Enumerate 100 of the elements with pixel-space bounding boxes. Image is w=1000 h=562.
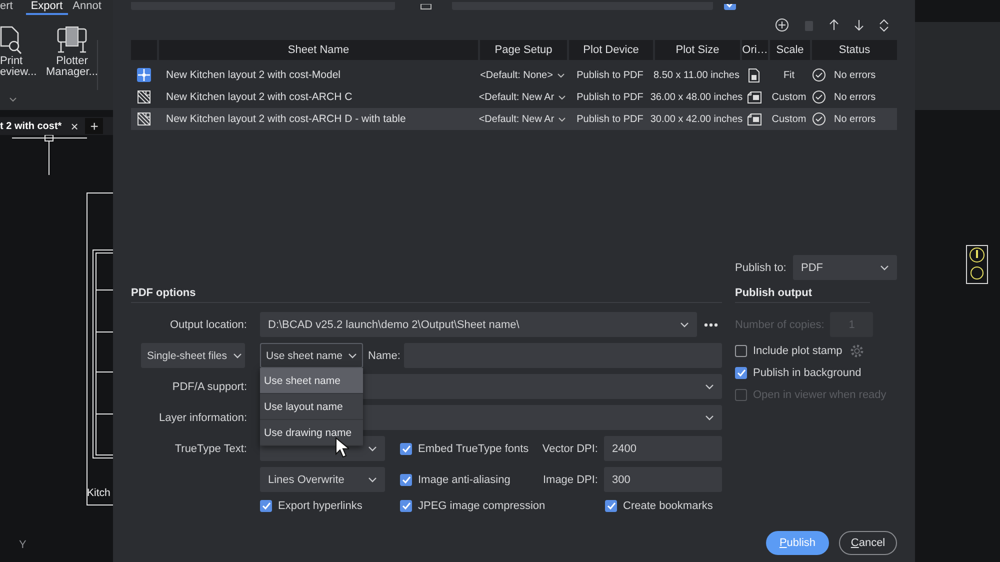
table-cell: Publish to PDF — [576, 114, 644, 124]
field-label: Name: — [368, 350, 400, 362]
checkbox[interactable] — [735, 345, 747, 357]
checkbox[interactable] — [735, 367, 747, 379]
close-icon[interactable]: × — [70, 118, 78, 134]
axis-label: Y — [19, 539, 26, 551]
checkbox-label: Create bookmarks — [623, 500, 713, 512]
column-header[interactable]: Plot Device — [567, 40, 653, 60]
chevron-down-icon — [232, 352, 242, 358]
column-header[interactable]: Status — [810, 40, 897, 60]
checkbox-label: Embed TrueType fonts — [418, 442, 529, 454]
arrow-down-icon[interactable] — [854, 19, 864, 31]
document-tab[interactable]: t 2 with cost* — [0, 120, 67, 132]
column-header[interactable]: Plot Size — [653, 40, 740, 60]
column-header[interactable]: Page Setup — [478, 40, 567, 60]
section-heading: PDF options — [131, 286, 196, 298]
table-cell: No errors — [834, 70, 876, 80]
settings-icon[interactable] — [850, 344, 864, 358]
chevron-down-icon — [558, 94, 566, 100]
plotter-icon — [56, 26, 88, 54]
expand-collapse-icon[interactable] — [879, 18, 889, 32]
ribbon-button[interactable]: Print eview... — [0, 26, 40, 78]
field-label: Image DPI: — [542, 474, 598, 486]
column-header[interactable]: Ori… — [740, 40, 768, 60]
landscape-page-icon — [746, 112, 762, 126]
checkbox[interactable] — [400, 500, 412, 512]
table-row[interactable]: New Kitchen layout 2 with cost-ARCH C <Default: New Ar Publish to PDF 36.00 x 48.00 inches Custom No errors — [131, 86, 897, 108]
checkbox[interactable] — [260, 500, 272, 512]
checkbox-label: Image anti-aliasing — [418, 474, 510, 486]
field-label: Output location: — [168, 318, 247, 330]
mouse-pointer-icon — [335, 437, 349, 458]
section-heading: Publish output — [735, 286, 812, 298]
page-setup-dropdown[interactable]: <Default: New Ar — [478, 114, 567, 124]
add-icon[interactable] — [775, 18, 789, 32]
ribbon-tab[interactable]: Export — [26, 0, 68, 15]
drawing-label: Kitch — [87, 487, 110, 499]
table-cell-text: New Kitchen layout 2 with cost-Model — [165, 69, 342, 81]
chevron-down-icon — [556, 72, 565, 78]
chevron-down-icon — [368, 446, 377, 452]
chevron-down-icon — [680, 322, 689, 328]
table-row[interactable]: New Kitchen layout 2 with cost-Model <Default: None> Publish to PDF 8.50 x 11.00 inches Fit No errors — [131, 64, 897, 86]
image-dpi-field[interactable]: 300 — [604, 467, 722, 492]
table-cell: Publish to PDF — [576, 92, 644, 102]
table-cell: Custom — [772, 92, 806, 102]
checkbox-label: Include plot stamp — [753, 345, 842, 357]
checkbox[interactable] — [400, 442, 412, 454]
page-setup-dropdown[interactable]: <Default: None> — [478, 70, 567, 80]
chevron-down-icon — [368, 476, 377, 482]
checkbox-label: Export hyperlinks — [278, 500, 362, 512]
chevron-down-icon — [705, 384, 714, 390]
checkbox-label: JPEG image compression — [418, 500, 546, 512]
model-space-icon — [137, 68, 151, 82]
table-cell: 8.50 x 11.00 inches — [654, 70, 740, 80]
table-cell: No errors — [834, 114, 876, 124]
table-row[interactable]: New Kitchen layout 2 with cost-ARCH D - with table <Default: New Ar Publish to PDF 30.00 x 42.00 inches Custom No errors — [131, 108, 897, 130]
vector-dpi-field[interactable]: 2400 — [604, 436, 722, 461]
table-cell: Fit — [783, 70, 795, 80]
file-mode-dropdown[interactable]: Single-sheet files — [141, 343, 245, 368]
new-tab-button[interactable]: + — [85, 118, 104, 134]
layout-sheet-icon — [137, 112, 151, 126]
checkbox[interactable] — [605, 500, 617, 512]
warning-light-icon — [966, 245, 988, 284]
arrow-up-icon[interactable] — [829, 19, 839, 31]
field-label: Vector DPI: — [541, 442, 598, 454]
layout-sheet-icon — [137, 90, 151, 104]
field-label: TrueType Text: — [174, 442, 247, 454]
checkbox-label: Publish in background — [753, 367, 862, 379]
check-circle-icon — [812, 68, 826, 82]
field-label: Publish to: — [735, 262, 788, 274]
column-header[interactable]: Scale — [768, 40, 810, 60]
chevron-down-icon — [705, 414, 714, 420]
table-cell: Custom — [772, 114, 806, 124]
table-cell-text: New Kitchen layout 2 with cost-ARCH C — [165, 91, 354, 103]
checkbox[interactable] — [400, 474, 412, 486]
chevron-down-icon — [348, 352, 357, 358]
field-label: PDF/A support: — [171, 380, 247, 392]
check-circle-icon — [812, 90, 826, 104]
check-circle-icon — [812, 112, 826, 126]
ribbon-tab[interactable]: Annot — [68, 0, 106, 15]
more-icon[interactable] — [704, 322, 718, 326]
table-cell: 30.00 x 42.00 inches — [650, 114, 743, 124]
menu-item[interactable]: Use sheet name — [260, 368, 363, 394]
naming-dropdown[interactable]: Use sheet name — [260, 343, 363, 368]
table-cell: Publish to PDF — [576, 70, 644, 80]
output-location-field[interactable]: D:\BCAD v25.2 launch\demo 2\Output\Sheet name\ — [260, 312, 697, 337]
landscape-page-icon — [746, 90, 762, 104]
column-header[interactable]: Sheet Name — [157, 40, 478, 60]
field-label: Layer information: — [158, 412, 247, 424]
menu-item[interactable]: Use layout name — [260, 394, 363, 420]
chevron-down-icon — [880, 264, 889, 270]
ribbon-button[interactable]: Plotter Manager... — [46, 26, 98, 78]
table-cell: 36.00 x 48.00 inches — [650, 92, 743, 102]
table-cell: No errors — [834, 92, 876, 102]
ribbon-tab[interactable]: ert — [0, 0, 18, 15]
publish-to-dropdown[interactable]: PDF — [793, 255, 897, 280]
chevron-down-icon — [9, 97, 17, 102]
cancel-button[interactable]: Cancel — [839, 531, 897, 555]
lines-dropdown[interactable]: Lines Overwrite — [260, 467, 385, 492]
page-setup-dropdown[interactable]: <Default: New Ar — [478, 92, 567, 102]
chevron-down-icon — [558, 116, 566, 122]
